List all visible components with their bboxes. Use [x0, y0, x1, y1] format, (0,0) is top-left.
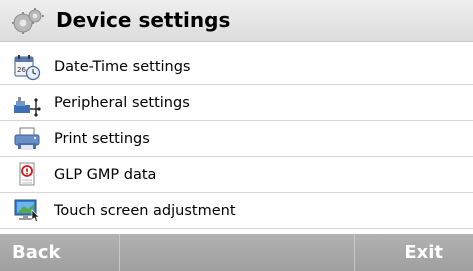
back-button[interactable]: Back [0, 234, 120, 271]
menu-item-touch-screen-adjustment[interactable]: Touch screen adjustment [0, 193, 473, 229]
bottom-button-bar: Back Exit [0, 234, 473, 271]
menu-item-print-settings[interactable]: Print settings [0, 121, 473, 157]
menu-item-label: Print settings [54, 131, 150, 147]
svg-text:26: 26 [17, 66, 26, 74]
menu-item-glp-gmp-data[interactable]: GLP GMP data [0, 157, 473, 193]
device-settings-screen: Device settings 26 Date-Time settings Pe… [0, 0, 473, 271]
printer-icon [14, 127, 40, 150]
title-bar: Device settings [0, 0, 473, 42]
peripheral-devices-icon [14, 97, 41, 117]
menu-item-label: Date-Time settings [54, 59, 191, 75]
menu-item-label: GLP GMP data [54, 167, 157, 183]
info-document-icon [19, 162, 35, 186]
settings-menu: 26 Date-Time settings Peripheral setting… [0, 49, 473, 229]
exit-button[interactable]: Exit [355, 234, 473, 271]
menu-item-label: Peripheral settings [54, 95, 190, 111]
footer-empty-button [120, 234, 355, 271]
page-title: Device settings [56, 8, 231, 32]
menu-item-peripheral-settings[interactable]: Peripheral settings [0, 85, 473, 121]
gears-icon [12, 8, 44, 34]
monitor-touch-icon [14, 199, 40, 222]
calendar-clock-icon: 26 [14, 55, 41, 81]
menu-item-date-time-settings[interactable]: 26 Date-Time settings [0, 49, 473, 85]
menu-item-label: Touch screen adjustment [54, 203, 236, 219]
